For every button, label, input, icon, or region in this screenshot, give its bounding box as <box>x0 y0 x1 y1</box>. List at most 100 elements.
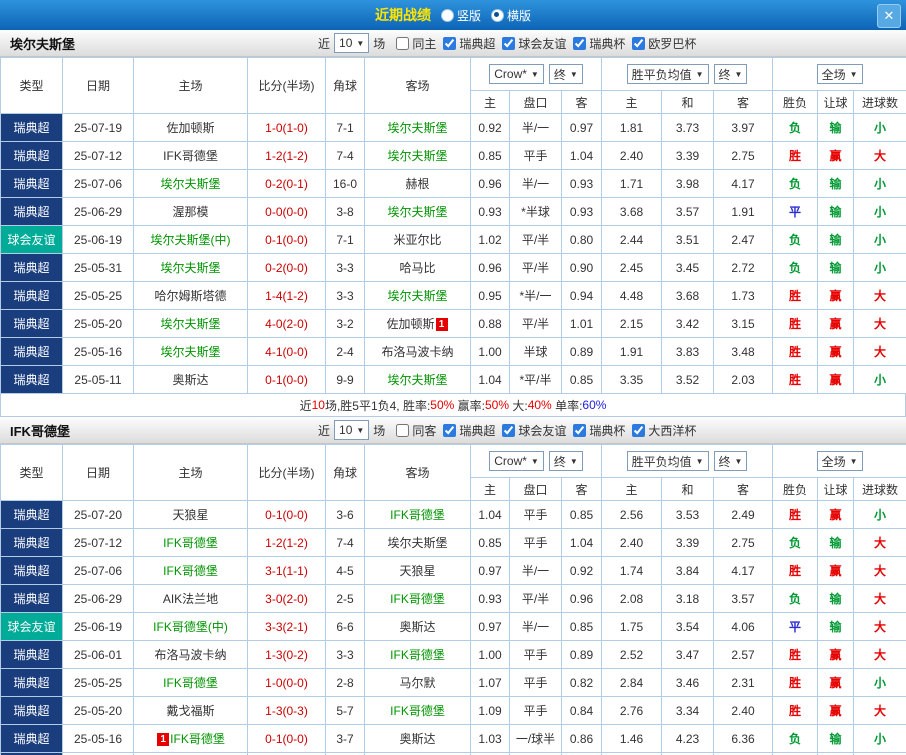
odds-final-select[interactable]: 终 ▼ <box>548 64 583 84</box>
score-cell[interactable]: 1-2(1-2) <box>247 141 326 170</box>
score-cell[interactable]: 0-1(0-0) <box>247 500 326 529</box>
radio-icon[interactable] <box>440 8 454 22</box>
filter-checkbox[interactable]: 同主 <box>396 35 436 52</box>
match-count-select[interactable]: 10 ▼ <box>334 420 370 440</box>
near-label: 近 <box>318 36 331 51</box>
score-cell[interactable]: 3-0(2-0) <box>247 584 326 613</box>
team-name[interactable]: 米亚尔比 <box>393 233 441 247</box>
odds-final-select[interactable]: 终 ▼ <box>548 451 583 471</box>
checkbox-input[interactable] <box>573 423 587 437</box>
team-name[interactable]: IFK哥德堡 <box>163 676 218 690</box>
team-name[interactable]: 埃尔夫斯堡 <box>387 121 447 135</box>
filter-checkbox[interactable]: 欧罗巴杯 <box>632 35 696 52</box>
checkbox-input[interactable] <box>396 423 410 437</box>
team-name[interactable]: 埃尔夫斯堡 <box>160 317 220 331</box>
team-name[interactable]: 布洛马波卡纳 <box>154 648 226 662</box>
filter-checkbox[interactable]: 瑞典杯 <box>573 422 625 439</box>
team-name[interactable]: IFK哥德堡 <box>163 149 218 163</box>
score-cell[interactable]: 0-2(0-0) <box>247 253 326 282</box>
filter-checkbox[interactable]: 球会友谊 <box>502 35 566 52</box>
filter-checkbox[interactable]: 瑞典杯 <box>573 35 625 52</box>
col-date: 日期 <box>62 444 134 501</box>
score-cell[interactable]: 0-1(0-0) <box>247 225 326 254</box>
team-name[interactable]: 埃尔夫斯堡 <box>387 149 447 163</box>
team-name[interactable]: 赫根 <box>405 177 429 191</box>
filter-checkbox[interactable]: 同客 <box>396 422 436 439</box>
close-button[interactable]: ✕ <box>877 4 901 28</box>
layout-radio-option[interactable]: 竖版 <box>440 7 481 24</box>
team-name[interactable]: 天狼星 <box>399 564 435 578</box>
avg-odds-select[interactable]: 胜平负均值 ▼ <box>626 451 709 471</box>
team-name[interactable]: 奥斯达 <box>172 373 208 387</box>
team-name[interactable]: 马尔默 <box>399 676 435 690</box>
score-cell[interactable]: 1-0(0-0) <box>247 668 326 697</box>
team-name[interactable]: 埃尔夫斯堡 <box>160 261 220 275</box>
odds-cell: 0.80 <box>560 225 603 254</box>
filter-checkbox[interactable]: 大西洋杯 <box>632 422 696 439</box>
team-name[interactable]: 埃尔夫斯堡 <box>160 177 220 191</box>
team-name[interactable]: 埃尔夫斯堡 <box>387 289 447 303</box>
team-name[interactable]: 戴戈福斯 <box>166 704 214 718</box>
date-cell: 25-05-16 <box>62 337 134 366</box>
team-name[interactable]: IFK哥德堡 <box>170 732 225 746</box>
team-name[interactable]: 布洛马波卡纳 <box>381 345 453 359</box>
team-name[interactable]: 佐加顿斯 <box>386 317 434 331</box>
odds-company-select[interactable]: Crow* ▼ <box>489 64 544 84</box>
team-name[interactable]: 佐加顿斯 <box>166 121 214 135</box>
odds-company-select[interactable]: Crow* ▼ <box>489 451 544 471</box>
team-name[interactable]: 埃尔夫斯堡 <box>387 205 447 219</box>
checkbox-input[interactable] <box>632 36 646 50</box>
score-cell[interactable]: 1-3(0-2) <box>247 640 326 669</box>
checkbox-input[interactable] <box>396 36 410 50</box>
team-name[interactable]: IFK哥德堡 <box>390 592 445 606</box>
checkbox-input[interactable] <box>443 36 457 50</box>
score-cell[interactable]: 3-3(2-1) <box>247 612 326 641</box>
score-cell[interactable]: 1-3(0-3) <box>247 696 326 725</box>
team-name[interactable]: 天狼星 <box>172 508 208 522</box>
radio-icon[interactable] <box>491 8 504 22</box>
checkbox-input[interactable] <box>632 423 646 437</box>
score-cell[interactable]: 1-4(1-2) <box>247 281 326 310</box>
team-name[interactable]: 埃尔夫斯堡 <box>160 345 220 359</box>
score-cell[interactable]: 0-1(0-0) <box>247 724 326 753</box>
score-cell[interactable]: 3-1(1-1) <box>247 556 326 585</box>
checkbox-input[interactable] <box>443 423 457 437</box>
score-cell[interactable]: 0-0(0-0) <box>247 197 326 226</box>
match-count-select[interactable]: 10 ▼ <box>334 33 370 53</box>
team-name[interactable]: IFK哥德堡 <box>163 564 218 578</box>
team-name[interactable]: 埃尔夫斯堡(中) <box>151 233 231 247</box>
score-cell[interactable]: 1-2(1-2) <box>247 528 326 557</box>
team-name[interactable]: 渥那模 <box>172 205 208 219</box>
filter-checkbox[interactable]: 瑞典超 <box>443 422 495 439</box>
team-name[interactable]: 哈尔姆斯塔德 <box>154 289 226 303</box>
scope-select[interactable]: 全场 ▼ <box>816 451 863 471</box>
avg-final-select[interactable]: 终 ▼ <box>713 64 748 84</box>
team-name[interactable]: IFK哥德堡 <box>390 508 445 522</box>
score-cell[interactable]: 0-2(0-1) <box>247 169 326 198</box>
team-name[interactable]: 埃尔夫斯堡 <box>387 536 447 550</box>
team-name[interactable]: 哈马比 <box>399 261 435 275</box>
filter-checkbox[interactable]: 球会友谊 <box>502 422 566 439</box>
team-name[interactable]: IFK哥德堡(中) <box>153 620 228 634</box>
team-name[interactable]: IFK哥德堡 <box>390 704 445 718</box>
score-cell[interactable]: 1-0(1-0) <box>247 113 326 142</box>
filter-checkbox[interactable]: 瑞典超 <box>443 35 495 52</box>
layout-radio-option[interactable]: 横版 <box>491 7 531 24</box>
score-cell[interactable]: 4-1(0-0) <box>247 337 326 366</box>
checkbox-input[interactable] <box>502 36 516 50</box>
team-name[interactable]: IFK哥德堡 <box>163 536 218 550</box>
checkbox-input[interactable] <box>573 36 587 50</box>
score-cell[interactable]: 0-1(0-0) <box>247 365 326 394</box>
score-cell[interactable]: 4-0(2-0) <box>247 309 326 338</box>
avg-odds-cell: 3.18 <box>661 584 715 613</box>
avg-odds-select[interactable]: 胜平负均值 ▼ <box>626 64 709 84</box>
summary-segment: 50% <box>430 398 455 412</box>
checkbox-input[interactable] <box>502 423 516 437</box>
team-name[interactable]: 埃尔夫斯堡 <box>387 373 447 387</box>
team-name[interactable]: IFK哥德堡 <box>390 648 445 662</box>
team-name[interactable]: AIK法兰地 <box>163 592 218 606</box>
avg-final-select[interactable]: 终 ▼ <box>713 451 748 471</box>
team-name[interactable]: 奥斯达 <box>399 732 435 746</box>
team-name[interactable]: 奥斯达 <box>399 620 435 634</box>
scope-select[interactable]: 全场 ▼ <box>816 64 863 84</box>
